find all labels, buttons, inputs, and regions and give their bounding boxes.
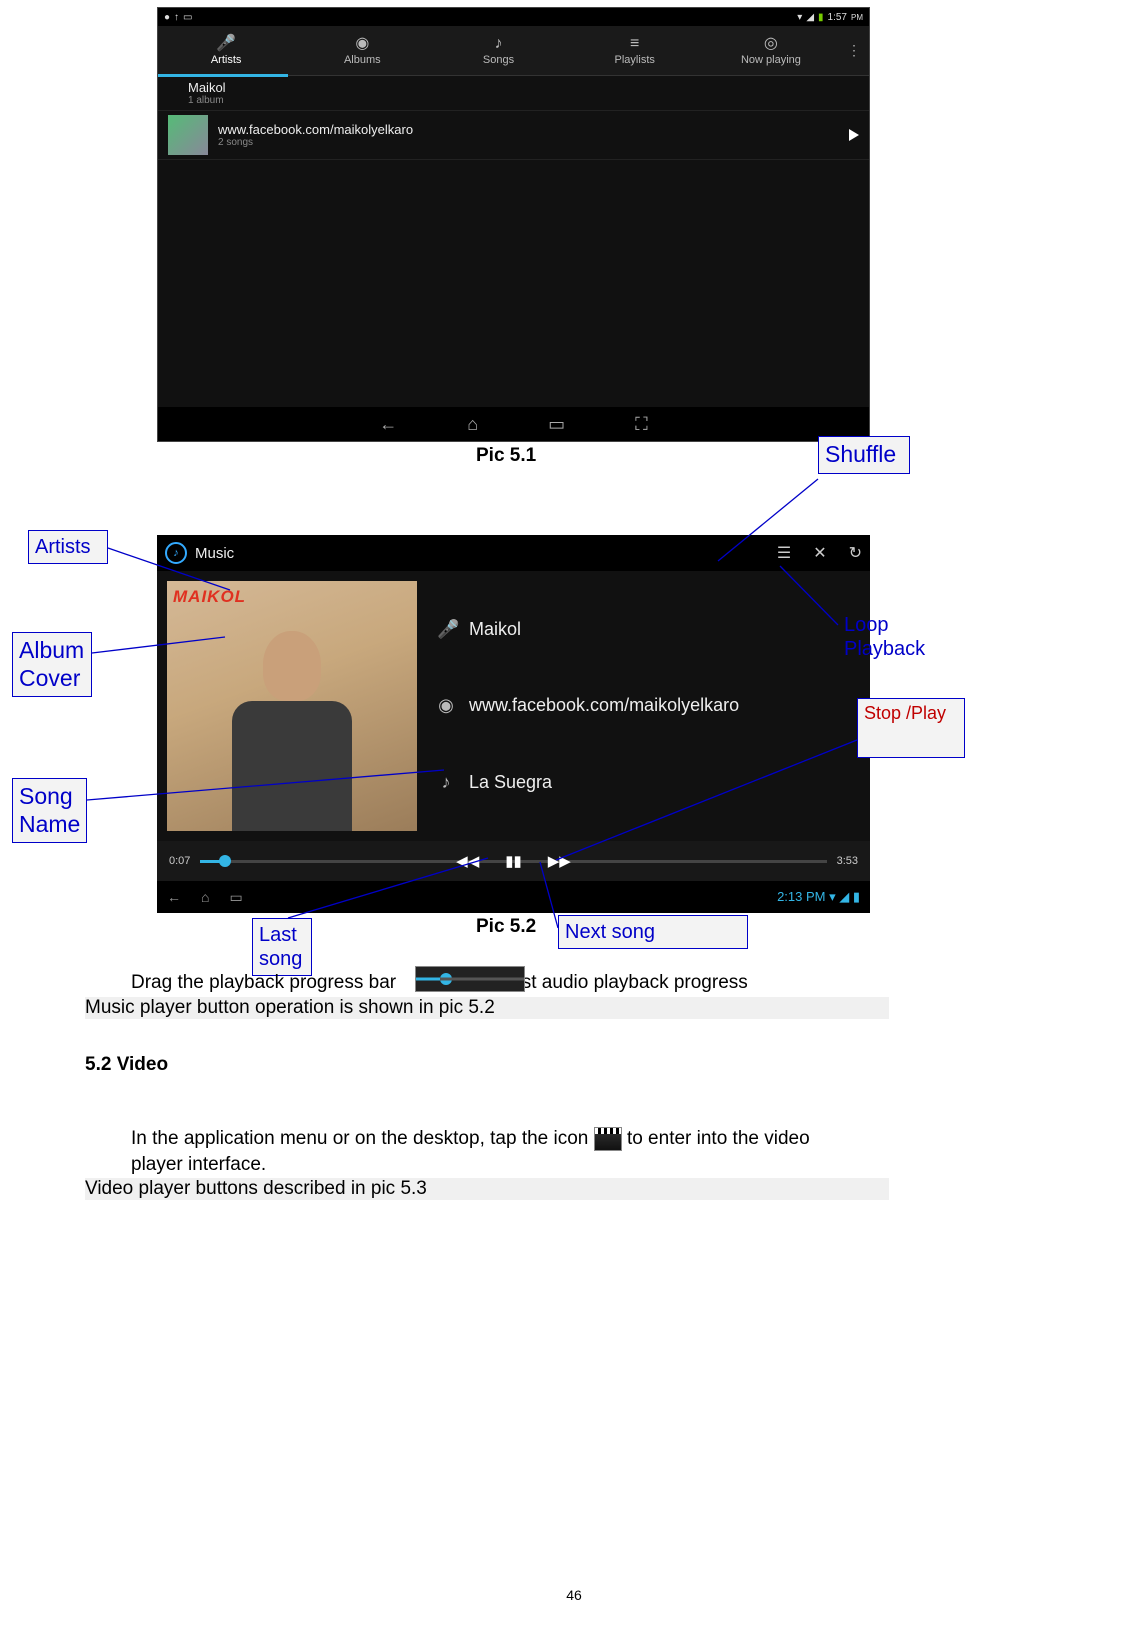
tab-label: Playlists — [615, 54, 655, 66]
video-app-icon — [594, 1127, 622, 1151]
active-tab-indicator — [158, 74, 288, 77]
callout-album-cover: AlbumCover — [12, 632, 92, 697]
album-cover-artist-text: MAIKOL — [173, 587, 246, 607]
track-metadata: 🎤 Maikol ◉ www.facebook.com/maikolyelkar… — [427, 571, 870, 841]
status-bar: ● ↑ ▭ ▾ ◢ ▮ 1:57 PM — [158, 8, 869, 26]
music-app-header: ♪ Music ☰ ✕ ↻ — [157, 535, 870, 571]
screenshot-icon[interactable]: ⛶ — [635, 414, 648, 435]
callout-stop-play: Stop /Play — [857, 698, 965, 758]
tab-now-playing[interactable]: ◎ Now playing — [703, 36, 839, 66]
drag-playback-text: Drag the playback progress bar to adjust… — [131, 972, 901, 994]
video-button-note: Video player buttons described in pic 5.… — [85, 1178, 889, 1200]
list-icon: ≡ — [630, 36, 639, 52]
status-upload-icon: ↑ — [174, 12, 179, 23]
song-name: La Suegra — [469, 772, 552, 793]
overflow-menu-icon[interactable]: ⋮ — [839, 42, 869, 59]
wifi-icon: ▾ — [797, 12, 802, 23]
back-icon[interactable]: ← — [379, 414, 397, 435]
status-time: 1:57 — [828, 12, 847, 23]
battery-icon: ▮ — [818, 12, 824, 23]
artist-row[interactable]: Maikol 1 album — [158, 76, 869, 111]
album-cover[interactable]: MAIKOL — [167, 581, 417, 831]
caption-pic-5-1: Pic 5.1 — [476, 445, 536, 467]
back-icon[interactable]: ← — [167, 889, 181, 905]
callout-last-song: Lastsong — [252, 918, 312, 976]
music-app-icon: ♪ — [165, 542, 187, 564]
album-name: www.facebook.com/maikolyelkaro — [469, 695, 739, 716]
home-icon[interactable]: ⌂ — [201, 889, 209, 905]
system-clock: 2:13 PM ▾ ◢ ▮ — [777, 889, 860, 905]
album-title: www.facebook.com/maikolyelkaro — [218, 122, 413, 137]
album-row[interactable]: www.facebook.com/maikolyelkaro 2 songs — [158, 111, 869, 160]
callout-artists: Artists — [28, 530, 108, 564]
tab-label: Now playing — [741, 54, 801, 66]
tab-label: Songs — [483, 54, 514, 66]
album-row: ◉ www.facebook.com/maikolyelkaro — [437, 695, 860, 716]
note-icon: ♪ — [495, 36, 503, 52]
note-icon: ♪ — [437, 772, 455, 793]
section-5-2-video: 5.2 Video — [85, 1054, 168, 1076]
callout-song-name: SongName — [12, 778, 87, 843]
system-nav-bar: ← ⌂ ▭ 2:13 PM ▾ ◢ ▮ — [157, 881, 870, 913]
status-dot-icon: ● — [164, 12, 170, 23]
album-sub: 2 songs — [218, 137, 413, 148]
tab-albums[interactable]: ◉ Albums — [294, 36, 430, 66]
disc-play-icon: ◎ — [764, 36, 778, 52]
home-icon[interactable]: ⌂ — [467, 414, 478, 435]
signal-icon: ◢ — [806, 12, 814, 23]
artist-title: Maikol — [188, 80, 226, 95]
album-thumbnail — [168, 115, 208, 155]
tab-songs[interactable]: ♪ Songs — [430, 36, 566, 66]
previous-icon[interactable]: ◀◀ — [456, 852, 479, 870]
tab-label: Artists — [211, 54, 242, 66]
pause-icon[interactable]: ▮▮ — [505, 852, 522, 870]
disc-icon: ◉ — [437, 695, 455, 716]
duration-time: 3:53 — [837, 855, 858, 867]
screenshot-pic-5-1: ● ↑ ▭ ▾ ◢ ▮ 1:57 PM 🎤 Artists ◉ Albums ♪… — [157, 7, 870, 442]
status-box-icon: ▭ — [183, 12, 192, 23]
queue-icon[interactable]: ☰ — [777, 543, 791, 563]
play-icon[interactable] — [849, 129, 859, 141]
mic-icon: 🎤 — [437, 619, 455, 640]
recent-icon[interactable]: ▭ — [548, 414, 565, 435]
elapsed-time: 0:07 — [169, 855, 190, 867]
caption-pic-5-2: Pic 5.2 — [476, 916, 536, 938]
playback-controls: 0:07 3:53 ◀◀ ▮▮ ▶▶ — [157, 841, 870, 881]
screenshot-pic-5-2: ♪ Music ☰ ✕ ↻ MAIKOL 🎤 Maikol ◉ www.face… — [157, 535, 870, 913]
music-button-note: Music player button operation is shown i… — [85, 997, 889, 1019]
callout-next-song: Next song — [558, 915, 748, 949]
next-icon[interactable]: ▶▶ — [548, 852, 571, 870]
song-row: ♪ La Suegra — [437, 772, 860, 793]
recent-icon[interactable]: ▭ — [229, 889, 242, 906]
artist-sub: 1 album — [188, 95, 226, 106]
shuffle-icon[interactable]: ✕ — [813, 543, 826, 563]
artist-row: 🎤 Maikol — [437, 619, 860, 640]
mic-icon: 🎤 — [216, 36, 236, 52]
video-text-line2: player interface. — [131, 1154, 266, 1176]
music-tabs: 🎤 Artists ◉ Albums ♪ Songs ≡ Playlists ◎… — [158, 26, 869, 76]
callout-shuffle: Shuffle — [818, 436, 910, 474]
tab-label: Albums — [344, 54, 381, 66]
disc-icon: ◉ — [355, 36, 369, 52]
tab-playlists[interactable]: ≡ Playlists — [567, 36, 703, 66]
music-body: MAIKOL 🎤 Maikol ◉ www.facebook.com/maiko… — [157, 571, 870, 841]
tab-artists[interactable]: 🎤 Artists — [158, 36, 294, 66]
artist-name: Maikol — [469, 619, 521, 640]
callout-loop-playback: LoopPlayback — [838, 609, 938, 665]
loop-icon[interactable]: ↻ — [849, 543, 862, 563]
system-nav-bar: ← ⌂ ▭ ⛶ — [158, 407, 869, 441]
page-number: 46 — [566, 1587, 582, 1603]
music-app-title: Music — [195, 545, 234, 562]
progress-thumb[interactable] — [219, 855, 231, 867]
video-text-line1: In the application menu or on the deskto… — [131, 1127, 901, 1151]
